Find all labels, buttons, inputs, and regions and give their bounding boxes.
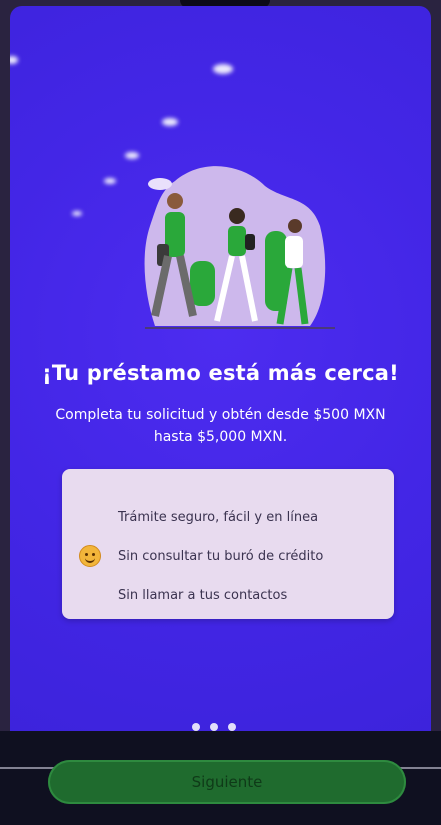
- page-indicator[interactable]: [192, 723, 236, 731]
- next-button[interactable]: Siguiente: [48, 760, 406, 804]
- page-dot[interactable]: [192, 723, 200, 731]
- page-subtitle: Completa tu solicitud y obtén desde $500…: [55, 407, 386, 445]
- page-dot[interactable]: [228, 723, 236, 731]
- smiley-icon: [79, 545, 101, 567]
- reflection-light: [162, 118, 178, 126]
- benefit-item: Sin llamar a tus contactos: [118, 588, 288, 603]
- benefit-item: Sin consultar tu buró de crédito: [118, 549, 324, 564]
- onboarding-screen: ¡Tu préstamo está más cerca! Completa tu…: [10, 6, 431, 821]
- people-walking-illustration: [144, 166, 335, 329]
- page-dot[interactable]: [210, 723, 218, 731]
- reflection-light: [104, 178, 116, 184]
- reflection-light: [213, 64, 233, 74]
- phone-frame: ¡Tu préstamo está más cerca! Completa tu…: [0, 0, 441, 825]
- reflection-light: [72, 211, 82, 216]
- page-title: ¡Tu préstamo está más cerca!: [42, 361, 399, 385]
- benefit-item: Trámite seguro, fácil y en línea: [118, 510, 319, 525]
- reflection-light: [10, 56, 18, 64]
- benefits-card: Trámite seguro, fácil y en línea Sin con…: [62, 469, 394, 619]
